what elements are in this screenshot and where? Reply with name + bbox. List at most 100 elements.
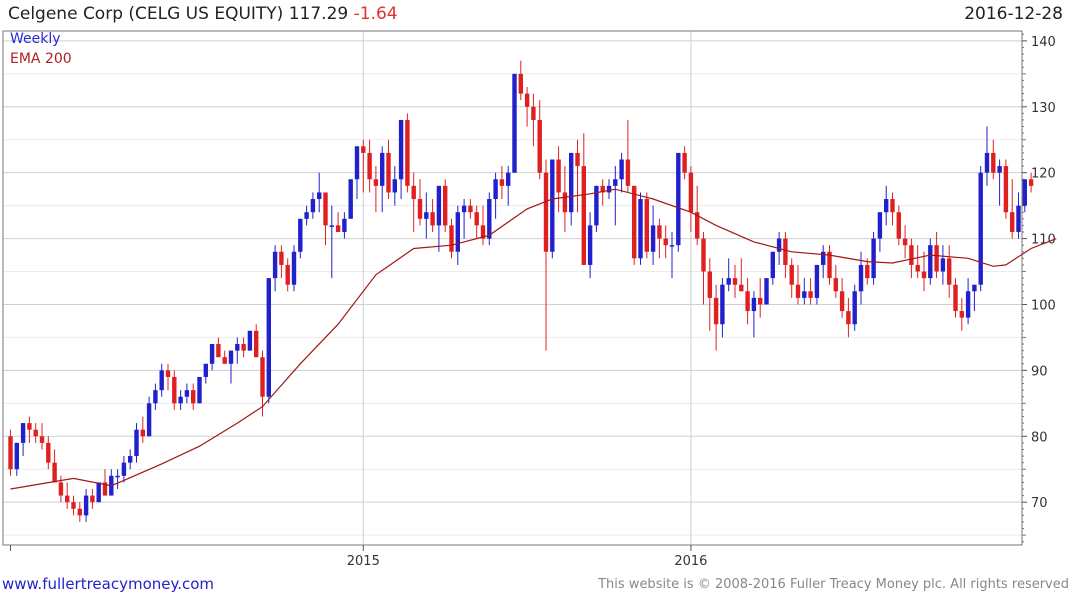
candle-body bbox=[493, 179, 498, 200]
candle-body bbox=[543, 172, 549, 252]
candle bbox=[222, 350, 227, 364]
candle-body bbox=[65, 495, 70, 503]
candle bbox=[688, 166, 694, 232]
candle-body bbox=[159, 370, 164, 391]
candle bbox=[587, 212, 593, 279]
candle bbox=[342, 212, 347, 239]
candle bbox=[191, 383, 196, 410]
candle bbox=[285, 258, 290, 292]
candle bbox=[846, 297, 851, 338]
candle-body bbox=[720, 284, 725, 325]
candle bbox=[115, 469, 120, 489]
candle bbox=[317, 172, 322, 213]
candle-body bbox=[436, 185, 442, 226]
candle bbox=[808, 278, 813, 305]
candle bbox=[405, 113, 410, 193]
candle-body bbox=[972, 284, 977, 292]
site-link[interactable]: www.fullertreacymoney.com bbox=[2, 575, 214, 593]
candle bbox=[991, 139, 996, 180]
candle-body bbox=[657, 225, 662, 239]
candle-body bbox=[380, 152, 385, 186]
candle-body bbox=[260, 357, 265, 397]
candle bbox=[235, 337, 240, 364]
candle bbox=[770, 251, 775, 285]
candle bbox=[518, 60, 523, 101]
candle bbox=[569, 152, 574, 226]
candle-body bbox=[802, 291, 807, 298]
candle bbox=[430, 199, 435, 232]
candle bbox=[102, 469, 108, 496]
candle-body bbox=[518, 73, 523, 94]
candle bbox=[27, 416, 32, 443]
candle-body bbox=[216, 344, 221, 358]
candle-body bbox=[96, 482, 101, 503]
candle bbox=[644, 192, 649, 259]
candle bbox=[140, 416, 145, 443]
candle-body bbox=[417, 199, 423, 219]
candle-body bbox=[285, 264, 290, 285]
candle bbox=[827, 245, 832, 285]
candle bbox=[134, 423, 139, 463]
candle-body bbox=[688, 172, 694, 213]
candle bbox=[65, 482, 70, 509]
candle bbox=[335, 212, 341, 232]
candle-body bbox=[619, 159, 624, 180]
candle-body bbox=[852, 291, 857, 325]
candle-body bbox=[821, 251, 826, 265]
candle-body bbox=[1016, 205, 1021, 232]
candle bbox=[581, 133, 586, 265]
candle bbox=[814, 264, 820, 305]
candle bbox=[499, 166, 505, 200]
candle-body bbox=[751, 297, 757, 312]
candle-body bbox=[613, 179, 618, 186]
candle-body bbox=[884, 199, 889, 213]
candle-body bbox=[398, 119, 404, 180]
candle bbox=[795, 264, 801, 305]
candle bbox=[398, 119, 404, 200]
candle-body bbox=[940, 258, 946, 272]
candle bbox=[96, 482, 101, 503]
candle bbox=[701, 231, 706, 305]
candle bbox=[833, 264, 838, 298]
candle-body bbox=[909, 245, 914, 265]
candle bbox=[745, 278, 750, 325]
candle bbox=[392, 166, 397, 206]
candle bbox=[39, 423, 45, 450]
candle-body bbox=[776, 238, 782, 252]
candle bbox=[128, 449, 133, 470]
candle bbox=[713, 284, 719, 351]
candle-body bbox=[58, 482, 64, 496]
candle bbox=[354, 146, 360, 200]
candle bbox=[896, 205, 901, 246]
candle bbox=[600, 179, 605, 206]
y-tick-label: 120 bbox=[1031, 167, 1056, 182]
candle-body bbox=[203, 363, 208, 377]
candle-body bbox=[304, 212, 309, 219]
candle bbox=[323, 192, 328, 246]
y-tick-label: 130 bbox=[1031, 101, 1056, 116]
candle bbox=[758, 278, 763, 318]
candle bbox=[380, 146, 385, 213]
candle-body bbox=[713, 297, 719, 325]
candle bbox=[556, 146, 561, 213]
candle-body bbox=[928, 245, 933, 279]
candle bbox=[1003, 159, 1009, 219]
candle bbox=[487, 192, 492, 246]
candle-body bbox=[581, 166, 586, 265]
candle-body bbox=[638, 199, 643, 259]
candle bbox=[455, 205, 460, 265]
candle bbox=[266, 278, 271, 404]
candle-body bbox=[569, 152, 574, 213]
candle-body bbox=[298, 218, 303, 252]
candle-body bbox=[890, 199, 895, 213]
candle bbox=[20, 423, 26, 457]
candle-body bbox=[52, 462, 57, 483]
candle-body bbox=[20, 423, 26, 443]
candle-body bbox=[27, 423, 32, 430]
candle-body bbox=[745, 291, 750, 312]
candle-body bbox=[348, 179, 353, 219]
candle-body bbox=[537, 119, 542, 173]
candle bbox=[575, 139, 580, 213]
candle bbox=[52, 449, 57, 483]
candle-body bbox=[115, 475, 120, 478]
